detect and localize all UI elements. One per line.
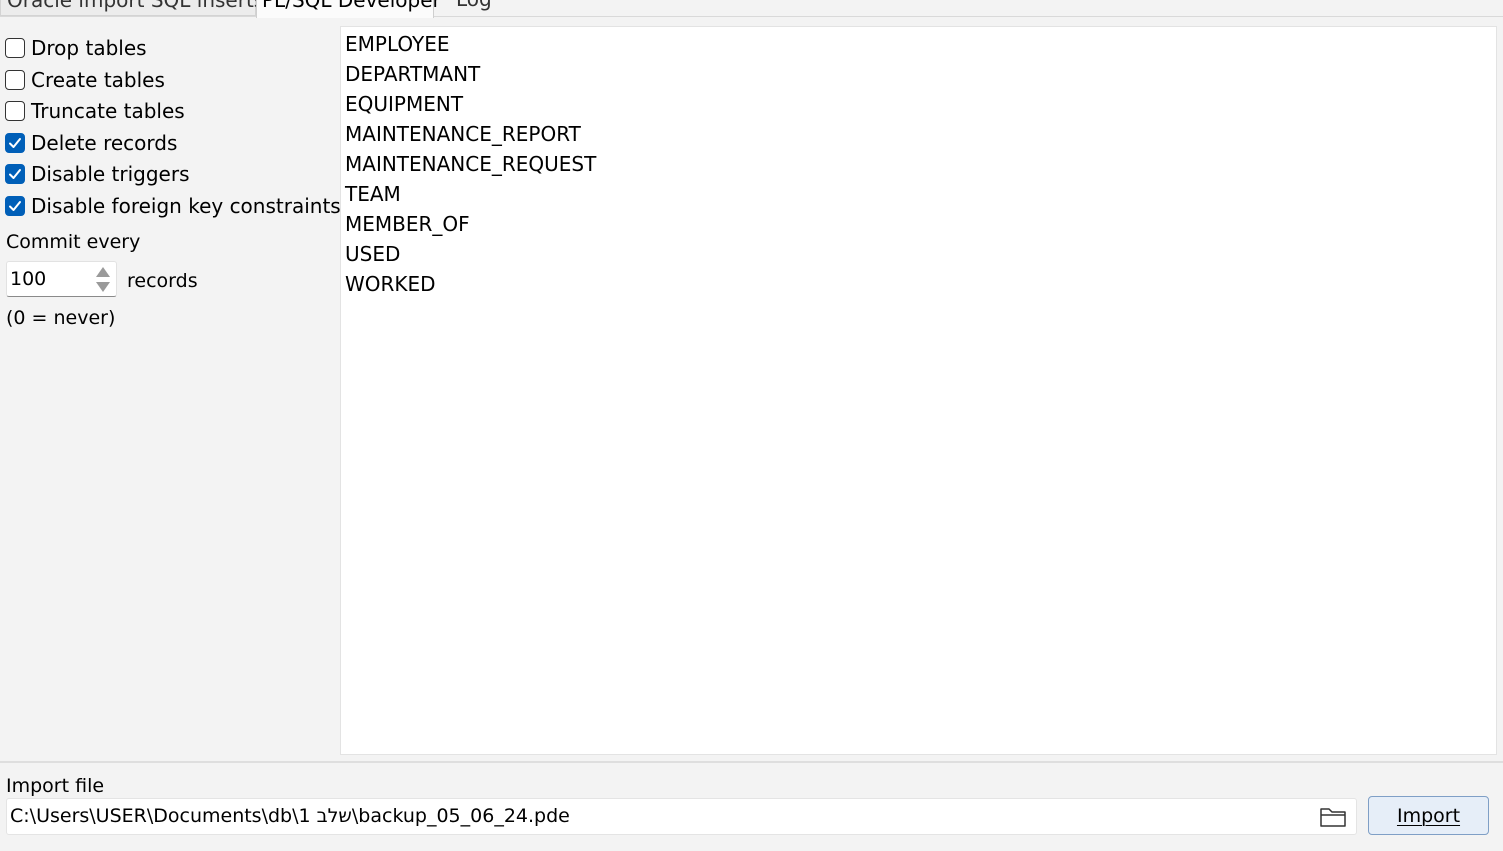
commit-every-spinbox[interactable]: 100 (6, 261, 117, 297)
disable-fk-constraints-label: Disable foreign key constraints (31, 194, 341, 218)
import-file-path-field[interactable]: C:\Users\USER\Documents\db\1 שלב\backup_… (6, 798, 1357, 835)
commit-every-value[interactable]: 100 (10, 268, 46, 290)
truncate-tables-option[interactable]: Truncate tables (5, 96, 185, 126)
truncate-tables-label: Truncate tables (31, 99, 185, 123)
create-tables-checkbox[interactable] (5, 70, 25, 90)
table-list-item[interactable]: USED (345, 242, 400, 266)
table-list-item[interactable]: MAINTENANCE_REQUEST (345, 152, 596, 176)
disable-fk-constraints-checkbox[interactable] (5, 196, 25, 216)
table-list-item[interactable]: WORKED (345, 272, 436, 296)
create-tables-option[interactable]: Create tables (5, 65, 165, 95)
import-file-label: Import file (6, 775, 105, 797)
table-list-item[interactable]: EMPLOYEE (345, 32, 450, 56)
disable-fk-constraints-option[interactable]: Disable foreign key constraints (5, 191, 341, 221)
create-tables-label: Create tables (31, 68, 165, 92)
table-list-item[interactable]: DEPARTMANT (345, 62, 480, 86)
checkmark-icon (9, 201, 21, 211)
folder-open-icon[interactable] (1318, 803, 1350, 831)
commit-every-label: Commit every (6, 231, 141, 253)
truncate-tables-checkbox[interactable] (5, 101, 25, 121)
tab-bar-divider (0, 16, 1503, 17)
import-button[interactable]: Import (1368, 796, 1489, 835)
import-window: Oracle import SQL inserts PL/SQL Develop… (0, 0, 1503, 851)
table-list-item[interactable]: EQUIPMENT (345, 92, 463, 116)
drop-tables-label: Drop tables (31, 36, 147, 60)
delete-records-label: Delete records (31, 131, 178, 155)
disable-triggers-checkbox[interactable] (5, 164, 25, 184)
table-list-item[interactable]: MAINTENANCE_REPORT (345, 122, 581, 146)
table-list-item[interactable]: MEMBER_OF (345, 212, 470, 236)
records-label: records (127, 270, 198, 292)
drop-tables-checkbox[interactable] (5, 38, 25, 58)
triangle-up-icon[interactable] (94, 264, 112, 280)
disable-triggers-label: Disable triggers (31, 162, 190, 186)
tab-bar: Oracle import SQL inserts PL/SQL Develop… (0, 0, 1503, 18)
drop-tables-option[interactable]: Drop tables (5, 33, 147, 63)
never-note: (0 = never) (6, 307, 116, 329)
disable-triggers-option[interactable]: Disable triggers (5, 159, 190, 189)
triangle-down-icon[interactable] (94, 279, 112, 295)
table-list[interactable]: EMPLOYEE DEPARTMANT EQUIPMENT MAINTENANC… (340, 26, 1497, 755)
import-button-label: Import (1396, 804, 1461, 827)
delete-records-checkbox[interactable] (5, 133, 25, 153)
checkmark-icon (9, 138, 21, 148)
tab-log[interactable]: Log (434, 0, 514, 16)
tab-oracle-import[interactable]: Oracle import SQL inserts (0, 0, 264, 16)
tab-plsql-developer[interactable]: PL/SQL Developer (256, 0, 441, 18)
table-list-item[interactable]: TEAM (345, 182, 401, 206)
checkmark-icon (9, 169, 21, 179)
import-file-path[interactable]: C:\Users\USER\Documents\db\1 שלב\backup_… (10, 805, 570, 827)
delete-records-option[interactable]: Delete records (5, 128, 177, 158)
section-divider (0, 761, 1503, 763)
